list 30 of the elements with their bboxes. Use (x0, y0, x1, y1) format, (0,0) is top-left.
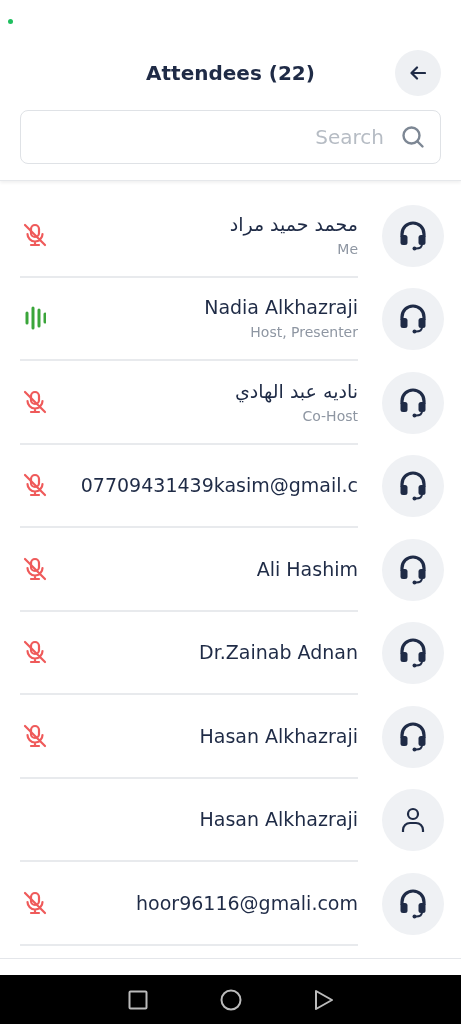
attendee-name: Nadia Alkhazraji (204, 296, 358, 319)
attendee-name: Dr.Zainab Adnan (199, 641, 358, 664)
search-field[interactable]: Search (20, 110, 441, 164)
headset-icon (399, 304, 427, 335)
back-arrow-icon (410, 66, 426, 80)
headset-icon (399, 220, 427, 251)
headset-icon (399, 554, 427, 585)
back-icon[interactable] (313, 988, 334, 1011)
page-title: Attendees (22) (146, 61, 315, 85)
status-dot (8, 19, 13, 24)
home-icon[interactable] (219, 988, 242, 1011)
headset-icon (399, 638, 427, 669)
attendee-name: 07709431439kasim@gmail.c (80, 474, 358, 497)
attendee-name: ناديه عبد الهادي (234, 379, 358, 402)
headset-icon (399, 471, 427, 502)
person-icon (401, 807, 425, 834)
recents-icon[interactable] (127, 989, 148, 1010)
attendee-role: Host, Presenter (250, 324, 358, 341)
attendee-role: Me (337, 240, 358, 257)
attendee-role: Co-Host (302, 407, 358, 424)
headset-icon (399, 387, 427, 418)
attendee-name: محمد حميد مراد (229, 212, 358, 235)
search-icon (401, 125, 425, 149)
attendee-name: Hasan Alkhazraji (199, 724, 358, 747)
attendee-name: Ali Hashim (256, 557, 358, 580)
back-button[interactable] (395, 50, 441, 96)
attendee-name: Hasan Alkhazraji (199, 808, 358, 831)
headset-icon (399, 721, 427, 752)
attendee-name: hoor96116@gmali.com (136, 891, 358, 914)
headset-icon (399, 888, 427, 919)
